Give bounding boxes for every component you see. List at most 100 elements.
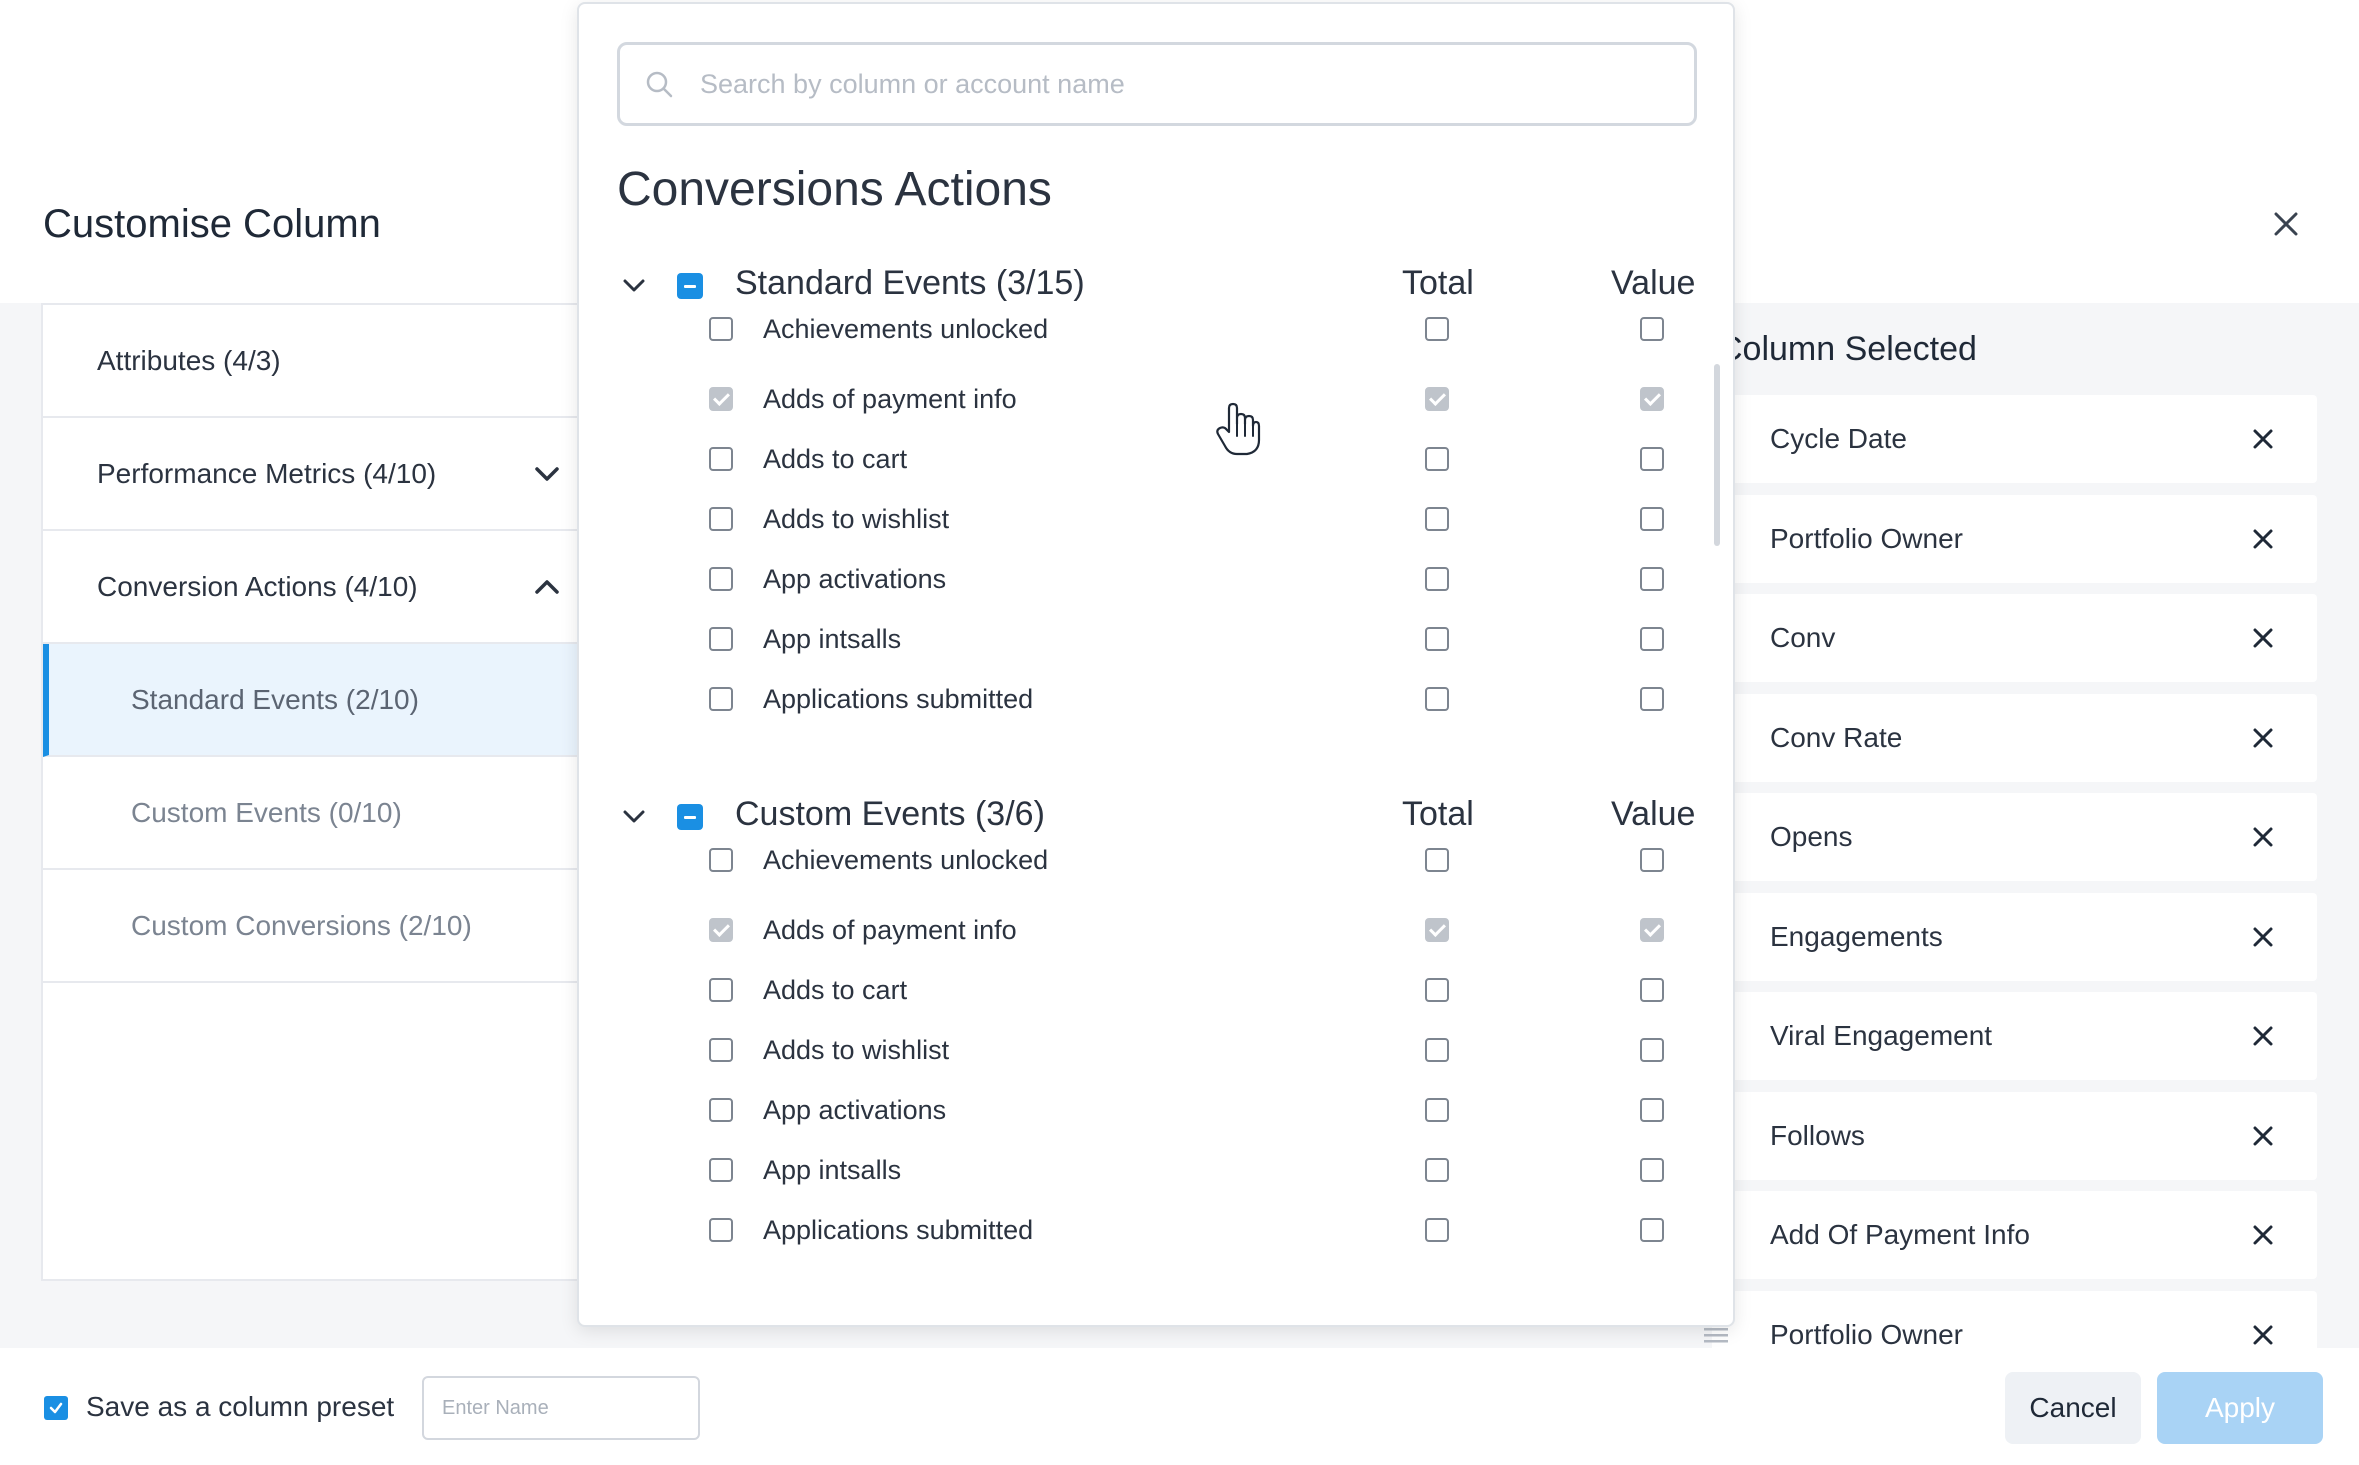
remove-icon[interactable] [2245, 919, 2281, 955]
selected-column-label: Portfolio Owner [1770, 522, 1963, 554]
event-checkbox[interactable] [709, 1218, 733, 1242]
group-select-all-checkbox[interactable] [677, 273, 703, 299]
total-checkbox[interactable] [1425, 1098, 1449, 1122]
total-checkbox[interactable] [1425, 317, 1449, 341]
value-checkbox[interactable] [1640, 1218, 1664, 1242]
save-preset-checkbox[interactable] [44, 1396, 68, 1420]
value-checkbox[interactable] [1640, 1098, 1664, 1122]
value-checkbox[interactable] [1640, 447, 1664, 471]
event-checkbox[interactable] [709, 387, 733, 411]
group-select-all-checkbox[interactable] [677, 804, 703, 830]
value-checkbox[interactable] [1640, 848, 1664, 872]
remove-icon[interactable] [2245, 819, 2281, 855]
total-checkbox[interactable] [1425, 447, 1449, 471]
remove-icon[interactable] [2245, 1018, 2281, 1054]
event-checkbox[interactable] [709, 1158, 733, 1182]
event-checkbox[interactable] [709, 1038, 733, 1062]
event-checkbox[interactable] [709, 918, 733, 942]
event-label: Adds to cart [763, 975, 908, 1005]
search-icon [646, 71, 673, 98]
selected-column-item: Conv Rate [1712, 693, 2317, 782]
chevron-down-icon [535, 467, 559, 481]
value-checkbox[interactable] [1640, 627, 1664, 651]
selected-column-label: Conv [1770, 622, 1836, 653]
total-checkbox[interactable] [1425, 387, 1449, 411]
scrollbar[interactable] [1714, 364, 1720, 546]
nav-item-attributes[interactable]: Attributes (4/3) [43, 305, 603, 418]
nav-item-label: Custom Events (0/10) [131, 796, 402, 828]
event-checkbox[interactable] [709, 447, 733, 471]
selected-column-item: Add Of Payment Info [1712, 1191, 2317, 1279]
nav-item-performance-metrics[interactable]: Performance Metrics (4/10) [43, 418, 603, 531]
total-checkbox[interactable] [1425, 1038, 1449, 1062]
cancel-button[interactable]: Cancel [2005, 1372, 2141, 1444]
drag-handle-icon[interactable] [1702, 1326, 1730, 1344]
nav-subitem-custom-conversions[interactable]: Custom Conversions (2/10) [43, 870, 603, 983]
total-checkbox[interactable] [1425, 627, 1449, 651]
apply-button[interactable]: Apply [2157, 1372, 2323, 1444]
remove-icon[interactable] [2245, 620, 2281, 656]
selected-column-label: Conv Rate [1770, 721, 1903, 753]
event-label: Achievements unlocked [763, 314, 1049, 344]
nav-subitem-custom-events[interactable]: Custom Events (0/10) [43, 757, 603, 870]
event-checkbox[interactable] [709, 317, 733, 341]
nav-item-label: Performance Metrics (4/10) [97, 457, 437, 489]
value-checkbox[interactable] [1640, 978, 1664, 1002]
event-label: Applications submitted [763, 684, 1034, 714]
total-checkbox[interactable] [1425, 687, 1449, 711]
selected-column-label: Portfolio Owner [1770, 1318, 1963, 1350]
column-header-total: Total [1402, 795, 1474, 833]
nav-subitem-standard-events[interactable]: Standard Events (2/10) [43, 644, 603, 757]
event-label: App activations [763, 1095, 947, 1125]
event-label: Adds of payment info [763, 384, 1017, 414]
event-checkbox[interactable] [709, 507, 733, 531]
nav-item-conversion-actions[interactable]: Conversion Actions (4/10) [43, 531, 603, 644]
event-checkbox[interactable] [709, 687, 733, 711]
total-checkbox[interactable] [1425, 918, 1449, 942]
nav-item-label: Standard Events (2/10) [131, 683, 419, 715]
selected-column-label: Opens [1770, 821, 1853, 852]
event-checkbox[interactable] [709, 848, 733, 872]
value-checkbox[interactable] [1640, 1158, 1664, 1182]
value-checkbox[interactable] [1640, 687, 1664, 711]
selected-column-item: Viral Engagement [1712, 992, 2317, 1080]
hand-cursor-icon [1216, 402, 1261, 456]
remove-icon[interactable] [2245, 521, 2281, 557]
selected-column-label: Follows [1770, 1119, 1865, 1151]
event-checkbox[interactable] [709, 1098, 733, 1122]
total-checkbox[interactable] [1425, 507, 1449, 531]
selected-column-label: Cycle Date [1770, 423, 1907, 454]
value-checkbox[interactable] [1640, 1038, 1664, 1062]
close-icon [2274, 212, 2298, 236]
event-label: Adds to cart [763, 444, 908, 474]
event-label: App intsalls [763, 624, 902, 654]
event-checkbox[interactable] [709, 978, 733, 1002]
value-checkbox[interactable] [1640, 918, 1664, 942]
selected-column-item: Opens [1712, 793, 2317, 881]
total-checkbox[interactable] [1425, 978, 1449, 1002]
value-checkbox[interactable] [1640, 567, 1664, 591]
close-button[interactable] [2262, 200, 2310, 248]
search-input[interactable] [700, 55, 1660, 113]
event-checkbox[interactable] [709, 627, 733, 651]
total-checkbox[interactable] [1425, 1218, 1449, 1242]
remove-icon[interactable] [2245, 720, 2281, 756]
total-checkbox[interactable] [1425, 1158, 1449, 1182]
preset-name-input[interactable] [422, 1376, 700, 1440]
event-label: App intsalls [763, 1155, 902, 1185]
event-checkbox[interactable] [709, 567, 733, 591]
remove-icon[interactable] [2245, 1118, 2281, 1154]
dropdown-title: Conversions Actions [617, 163, 1052, 216]
collapse-chevron-icon[interactable] [617, 269, 651, 303]
remove-icon[interactable] [2245, 1217, 2281, 1253]
total-checkbox[interactable] [1425, 567, 1449, 591]
total-checkbox[interactable] [1425, 848, 1449, 872]
value-checkbox[interactable] [1640, 507, 1664, 531]
collapse-chevron-icon[interactable] [617, 800, 651, 834]
value-checkbox[interactable] [1640, 387, 1664, 411]
remove-icon[interactable] [2245, 421, 2281, 457]
event-label: Adds to wishlist [763, 1035, 950, 1065]
value-checkbox[interactable] [1640, 317, 1664, 341]
modal-title: Customise Column [43, 202, 381, 246]
selected-column-label: Add Of Payment Info [1770, 1219, 2030, 1250]
